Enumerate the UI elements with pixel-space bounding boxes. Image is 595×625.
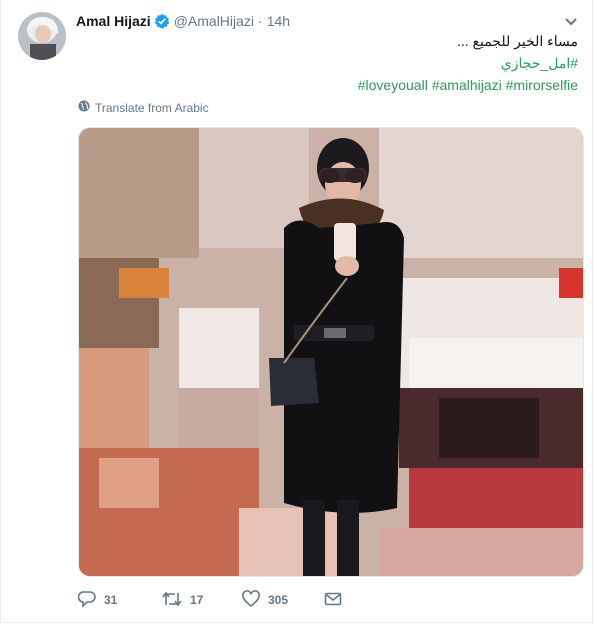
display-name[interactable]: Amal Hijazi [76, 13, 151, 29]
tweet-photo[interactable] [78, 127, 584, 577]
tweet-text: مساء الخير للجميع ... #امل_حجازي #loveyo… [358, 30, 578, 96]
tweet-text-line: مساء الخير للجميع ... [456, 33, 578, 49]
separator-dot: · [258, 13, 263, 29]
tweet-header: Amal Hijazi @AmalHijazi · 14h [76, 12, 290, 30]
like-count: 305 [268, 593, 289, 607]
retweet-button[interactable]: 17 [162, 590, 242, 610]
retweet-icon [162, 590, 182, 611]
hashtag-amalhijazi[interactable]: #amalhijazi [432, 77, 502, 93]
hashtag-mirorselfie[interactable]: #mirorselfie [506, 77, 578, 93]
globe-icon [78, 100, 90, 115]
translate-link[interactable]: Translate from Arabic [78, 100, 209, 115]
direct-message-button[interactable] [324, 590, 342, 610]
reply-button[interactable]: 31 [77, 590, 162, 611]
timestamp[interactable]: 14h [267, 13, 290, 29]
translate-label: Translate from Arabic [95, 100, 209, 115]
avatar[interactable] [18, 12, 66, 60]
heart-icon [242, 589, 260, 611]
hashtag-arabic[interactable]: #امل_حجازي [358, 52, 578, 74]
user-handle[interactable]: @AmalHijazi [174, 13, 254, 29]
tweet-card[interactable]: Amal Hijazi @AmalHijazi · 14h مساء الخير… [0, 0, 593, 623]
reply-icon [77, 590, 96, 611]
hashtag-line: #loveyouall #amalhijazi #mirorselfie [358, 74, 578, 96]
hashtag-loveyouall[interactable]: #loveyouall [358, 77, 428, 93]
envelope-icon [324, 591, 342, 610]
reply-count: 31 [104, 593, 118, 607]
verified-badge-icon [154, 13, 170, 29]
retweet-count: 17 [190, 593, 204, 607]
tweet-actions: 31 17 305 [77, 589, 342, 611]
like-button[interactable]: 305 [242, 589, 324, 611]
